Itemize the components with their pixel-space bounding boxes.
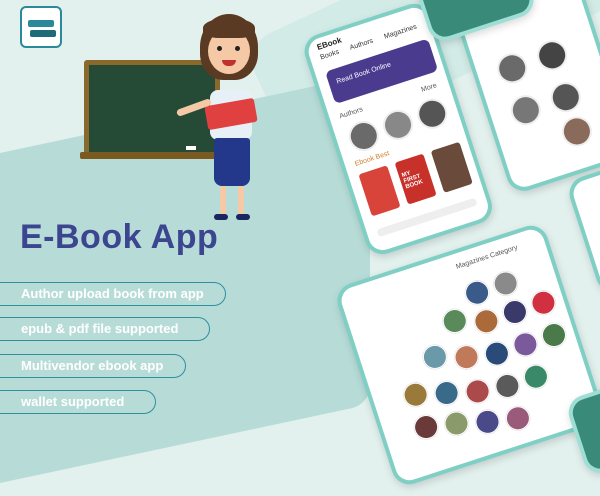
magazine-circle[interactable] bbox=[441, 408, 472, 439]
author-avatar bbox=[558, 112, 596, 151]
magazine-circle[interactable] bbox=[462, 376, 493, 407]
magazine-circle[interactable] bbox=[411, 411, 442, 443]
author-avatar[interactable] bbox=[379, 105, 417, 144]
author-avatar bbox=[493, 49, 532, 88]
magazine-circle[interactable] bbox=[502, 403, 534, 434]
book-cover-text: MY FIRST BOOK bbox=[401, 170, 424, 191]
book-cover[interactable] bbox=[358, 165, 401, 217]
magazine-circle[interactable] bbox=[461, 277, 493, 308]
magazine-circle[interactable] bbox=[520, 361, 552, 392]
feature-pill-epub-pdf: epub & pdf file supported bbox=[0, 317, 210, 341]
tab-books[interactable]: Books bbox=[319, 49, 340, 62]
phone-mockup-right-edge bbox=[564, 163, 600, 297]
authors-section-title: Authors bbox=[338, 106, 364, 121]
author-avatar bbox=[506, 91, 545, 130]
magazine-circle[interactable] bbox=[492, 370, 523, 402]
magazine-circle[interactable] bbox=[472, 406, 503, 437]
feature-pill-author-upload: Author upload book from app bbox=[0, 282, 226, 306]
magazine-circle[interactable] bbox=[481, 338, 513, 369]
author-avatar[interactable] bbox=[344, 117, 383, 155]
book-cover[interactable] bbox=[430, 141, 473, 193]
feature-pill-multivendor: Multivendor ebook app bbox=[0, 354, 186, 378]
phone-mockup-bottom: Magazines Category bbox=[332, 221, 600, 489]
magazine-circle[interactable] bbox=[538, 319, 570, 351]
author-avatar bbox=[533, 36, 572, 75]
app-logo bbox=[20, 6, 62, 48]
magazine-circle[interactable] bbox=[471, 306, 502, 337]
author-avatar bbox=[546, 78, 585, 117]
magazine-circle[interactable] bbox=[499, 296, 531, 328]
more-link[interactable]: More bbox=[420, 82, 437, 94]
teacher-illustration bbox=[170, 10, 270, 230]
banner-text: Read Book Online bbox=[335, 61, 392, 86]
magazine-circle[interactable] bbox=[400, 379, 431, 410]
magazine-circle[interactable] bbox=[419, 341, 451, 373]
magazine-circle[interactable] bbox=[490, 268, 521, 299]
magazine-circle[interactable] bbox=[528, 287, 559, 318]
app-title: E-Book App bbox=[20, 218, 219, 256]
tab-authors[interactable]: Authors bbox=[349, 38, 374, 52]
author-avatar[interactable] bbox=[413, 94, 452, 133]
feature-pill-wallet: wallet supported bbox=[0, 390, 156, 414]
book-cover[interactable]: MY FIRST BOOK bbox=[394, 153, 437, 205]
magazine-circle[interactable] bbox=[510, 329, 541, 360]
magazine-circle[interactable] bbox=[439, 305, 470, 337]
tab-magazines[interactable]: Magazines bbox=[383, 23, 417, 40]
magazine-circle[interactable] bbox=[431, 377, 462, 409]
magazine-circle[interactable] bbox=[451, 342, 482, 373]
magazines-header: Magazines Category bbox=[455, 244, 519, 271]
